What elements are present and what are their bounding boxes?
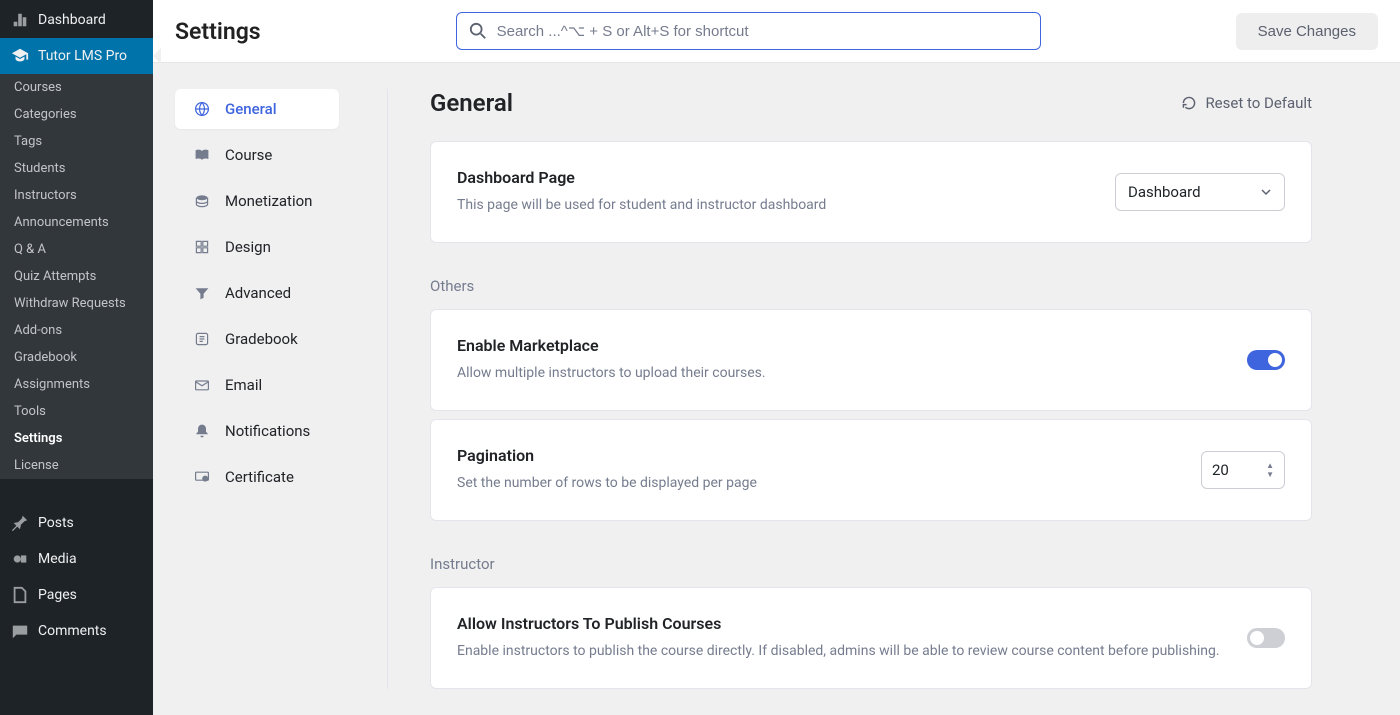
sidebar-item-courses[interactable]: Courses — [0, 74, 153, 101]
filter-icon — [193, 284, 211, 302]
tab-monetization[interactable]: Monetization — [175, 181, 339, 221]
sidebar-item-assignments[interactable]: Assignments — [0, 371, 153, 398]
tab-label: Gradebook — [225, 330, 298, 348]
page-title: Settings — [175, 18, 261, 45]
tab-label: Email — [225, 376, 262, 394]
settings-body: General Reset to Default Dashboard Page … — [388, 89, 1312, 689]
section-title: General — [430, 89, 513, 117]
search-box[interactable] — [456, 12, 1041, 50]
tab-general[interactable]: General — [175, 89, 339, 129]
tab-label: Course — [225, 146, 272, 164]
bell-icon — [193, 422, 211, 440]
sidebar-item-posts[interactable]: Posts — [0, 505, 153, 541]
sub-section-instructor: Instructor — [430, 555, 1312, 573]
sidebar-label: Dashboard — [38, 12, 106, 28]
sidebar-item-tutor-lms[interactable]: Tutor LMS Pro — [0, 38, 153, 74]
settings-nav: General Course Monetization Design Advan… — [175, 89, 388, 689]
sidebar-item-gradebook[interactable]: Gradebook — [0, 344, 153, 371]
stepper-icon[interactable]: ▲▼ — [1266, 462, 1274, 479]
refresh-icon — [1181, 95, 1197, 111]
setting-enable-marketplace: Enable Marketplace Allow multiple instru… — [430, 309, 1312, 411]
sidebar-item-qa[interactable]: Q & A — [0, 236, 153, 263]
sidebar-item-quiz-attempts[interactable]: Quiz Attempts — [0, 263, 153, 290]
input-value: 20 — [1212, 461, 1229, 479]
comment-icon — [10, 621, 30, 641]
mail-icon — [193, 376, 211, 394]
design-icon — [193, 238, 211, 256]
tab-label: Monetization — [225, 192, 312, 210]
tab-label: General — [225, 100, 277, 118]
sidebar-item-students[interactable]: Students — [0, 155, 153, 182]
tab-advanced[interactable]: Advanced — [175, 273, 339, 313]
sidebar-item-categories[interactable]: Categories — [0, 101, 153, 128]
setting-desc: Enable instructors to publish the course… — [457, 641, 1220, 662]
tab-course[interactable]: Course — [175, 135, 339, 175]
pin-icon — [10, 513, 30, 533]
setting-title: Enable Marketplace — [457, 336, 766, 355]
tab-label: Design — [225, 238, 271, 256]
pagination-input[interactable]: 20 ▲▼ — [1201, 451, 1285, 489]
setting-dashboard-page: Dashboard Page This page will be used fo… — [430, 141, 1312, 243]
search-icon — [469, 22, 487, 40]
setting-allow-publish: Allow Instructors To Publish Courses Ena… — [430, 587, 1312, 689]
tab-email[interactable]: Email — [175, 365, 339, 405]
tab-label: Certificate — [225, 468, 294, 486]
sidebar-label: Tutor LMS Pro — [38, 48, 127, 64]
select-value: Dashboard — [1128, 183, 1201, 201]
sidebar-item-withdraw[interactable]: Withdraw Requests — [0, 290, 153, 317]
setting-title: Allow Instructors To Publish Courses — [457, 614, 1220, 633]
sidebar-label: Media — [38, 551, 77, 567]
globe-icon — [193, 100, 211, 118]
setting-desc: Allow multiple instructors to upload the… — [457, 363, 766, 384]
dashboard-page-select[interactable]: Dashboard — [1115, 173, 1285, 211]
grad-cap-icon — [10, 46, 30, 66]
setting-title: Pagination — [457, 446, 757, 465]
wp-admin-sidebar: Dashboard Tutor LMS Pro Courses Categori… — [0, 0, 153, 715]
setting-desc: This page will be used for student and i… — [457, 195, 826, 216]
sidebar-label: Posts — [38, 515, 74, 531]
search-input[interactable] — [497, 23, 1028, 40]
sidebar-item-addons[interactable]: Add-ons — [0, 317, 153, 344]
setting-pagination: Pagination Set the number of rows to be … — [430, 419, 1312, 521]
cert-icon — [193, 468, 211, 486]
tab-certificate[interactable]: Certificate — [175, 457, 339, 497]
sidebar-submenu: Courses Categories Tags Students Instruc… — [0, 74, 153, 479]
media-icon — [10, 549, 30, 569]
chevron-down-icon — [1260, 186, 1272, 198]
sidebar-item-tools[interactable]: Tools — [0, 398, 153, 425]
tab-design[interactable]: Design — [175, 227, 339, 267]
tab-notifications[interactable]: Notifications — [175, 411, 339, 451]
sidebar-item-dashboard[interactable]: Dashboard — [0, 2, 153, 38]
marketplace-toggle[interactable] — [1247, 350, 1285, 370]
dashboard-icon — [10, 10, 30, 30]
topbar: Settings Save Changes — [153, 0, 1400, 63]
sidebar-label: Comments — [38, 623, 107, 639]
sidebar-item-instructors[interactable]: Instructors — [0, 182, 153, 209]
reset-to-default-button[interactable]: Reset to Default — [1181, 94, 1312, 112]
sidebar-item-comments[interactable]: Comments — [0, 613, 153, 649]
tab-gradebook[interactable]: Gradebook — [175, 319, 339, 359]
tab-label: Notifications — [225, 422, 310, 440]
sidebar-item-license[interactable]: License — [0, 452, 153, 479]
grade-icon — [193, 330, 211, 348]
tab-label: Advanced — [225, 284, 291, 302]
setting-title: Dashboard Page — [457, 168, 826, 187]
book-icon — [193, 146, 211, 164]
sidebar-item-settings[interactable]: Settings — [0, 425, 153, 452]
publish-toggle[interactable] — [1247, 628, 1285, 648]
sub-section-others: Others — [430, 277, 1312, 295]
sidebar-label: Pages — [38, 587, 77, 603]
sidebar-item-tags[interactable]: Tags — [0, 128, 153, 155]
save-changes-button[interactable]: Save Changes — [1236, 13, 1378, 50]
page-icon — [10, 585, 30, 605]
sidebar-item-announcements[interactable]: Announcements — [0, 209, 153, 236]
setting-desc: Set the number of rows to be displayed p… — [457, 473, 757, 494]
sidebar-item-media[interactable]: Media — [0, 541, 153, 577]
coin-icon — [193, 192, 211, 210]
sidebar-item-pages[interactable]: Pages — [0, 577, 153, 613]
